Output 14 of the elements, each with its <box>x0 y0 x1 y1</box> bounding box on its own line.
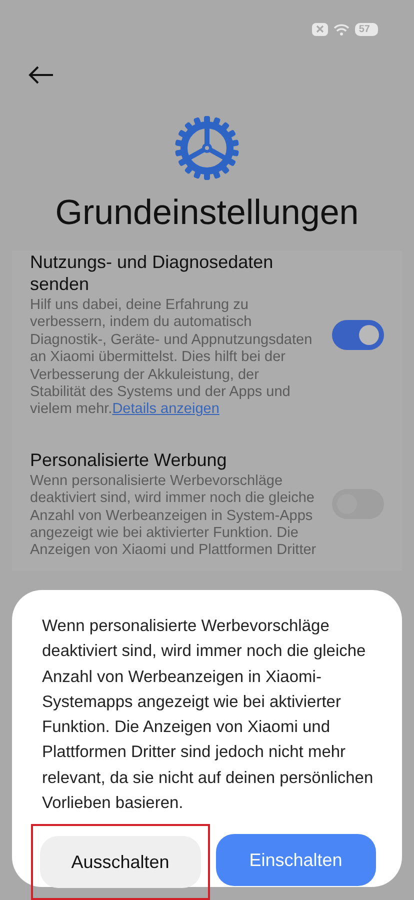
setting-description: Hilf uns dabei, deine Erfahrung zu verbessern, indem du automatisch Diagnostik-, Geräte- und Appnutzungsdaten an Xiaomi übermittelst. Dies hilft bei der Verbesserung der Akkuleistung, der Stabilität des Systems und der Apps und vielem mehr.Details anzeigen <box>30 297 314 419</box>
wifi-icon <box>332 22 350 36</box>
page-title: Grundeinstellungen <box>54 192 360 234</box>
turn-on-button[interactable]: Einschalten <box>216 834 376 886</box>
turn-off-button[interactable]: Ausschalten <box>40 836 200 888</box>
setting-title: Nutzungs- und Diagnosedaten senden <box>30 251 274 295</box>
battery-level: 57 <box>354 22 378 36</box>
no-sim-icon <box>312 22 328 36</box>
setting-description: Wenn personalisierte Werbevorschläge deaktiviert sind, wird immer noch die gleiche Anzahl von Werbeanzeigen in System-Apps angezeigt wie bei aktivierter Funktion. Die Anzeigen von Xiaomi und Plattformen Dritter <box>30 472 318 560</box>
dialog-message: Wenn personalisierte Werbevorschläge deaktiviert sind, wird immer noch die gleiche Anzahl von Werbeanzeigen in Xiaomi-Systemapps angezeigt wie bei aktivierter Funktion. Die Anzeigen von Xiaomi und Plattformen Dritter sind jedoch nicht mehr relevant, da sie nicht auf deinen persönlichen Vorlieben basieren. <box>42 616 374 814</box>
details-link[interactable]: Details anzeigen <box>112 401 220 418</box>
toggle-switch[interactable] <box>332 320 384 350</box>
gear-icon <box>174 115 240 181</box>
setting-title: Personalisierte Werbung <box>30 448 228 471</box>
